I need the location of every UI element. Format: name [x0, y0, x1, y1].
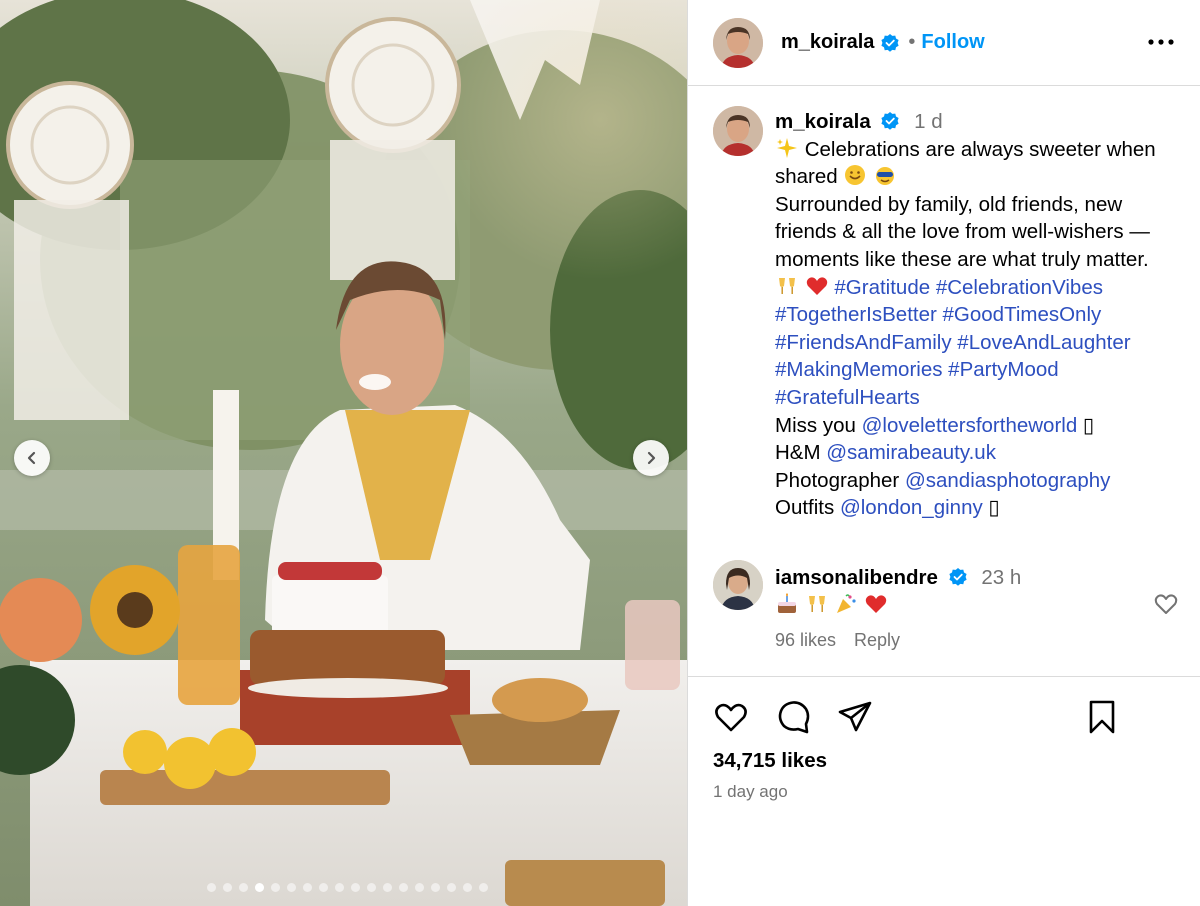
caption-line-1: Celebrations are always sweeter when [804, 137, 1156, 161]
chevron-right-icon [647, 451, 656, 465]
commenter-avatar[interactable] [713, 560, 763, 610]
post-photo [0, 0, 687, 906]
credit-handle-3[interactable]: @sandiasphotography [905, 469, 1110, 492]
clinking-glasses-icon [779, 277, 795, 294]
caption-line-2: shared [775, 165, 838, 189]
avatar-photo [713, 560, 763, 610]
carousel-dot [367, 883, 376, 892]
caption-avatar[interactable] [713, 106, 763, 156]
credit-label-2: H&M [775, 441, 827, 465]
credit-handle-2[interactable]: @samirabeauty.uk [826, 441, 996, 464]
comment-bubble-icon[interactable] [776, 699, 812, 735]
comment-item: iamsonalibendre 23 h 96 likes Reply [713, 560, 1183, 660]
carousel-dot [303, 883, 312, 892]
hashtags-line-1[interactable]: #Gratitude #CelebrationVibes [834, 276, 1103, 299]
carousel-prev-button[interactable] [14, 440, 50, 476]
more-horizontal-icon[interactable] [1146, 32, 1176, 52]
caption-text: m_koirala 1 d Celebrations are always sw… [775, 108, 1187, 522]
credit-suffix-4: ▯ [982, 496, 1000, 520]
hashtags-line-3[interactable]: #FriendsAndFamily #LoveAndLaughter [775, 329, 1187, 357]
carousel-indicator [207, 883, 488, 892]
caption-line-4: friends & all the love from well-wishers… [775, 220, 1150, 244]
verified-icon [881, 33, 899, 52]
like-heart-icon[interactable] [713, 699, 749, 735]
caption-line-5: moments like these are what truly matter… [775, 247, 1149, 271]
birthday-cake-icon [778, 593, 796, 613]
hashtags-line-2[interactable]: #TogetherIsBetter #GoodTimesOnly [775, 301, 1187, 329]
author-username[interactable]: m_koirala [781, 31, 874, 54]
post-header: m_koirala • Follow [688, 0, 1200, 86]
avatar-photo [713, 18, 763, 68]
carousel-dot [335, 883, 344, 892]
party-popper-icon [837, 594, 857, 613]
share-paper-plane-icon[interactable] [837, 699, 873, 735]
carousel-dot [319, 883, 328, 892]
carousel-dot [239, 883, 248, 892]
comment-text: iamsonalibendre 23 h [775, 564, 1021, 620]
credit-label-4: Outfits [775, 496, 840, 520]
carousel-dot [255, 883, 264, 892]
verified-icon [881, 112, 900, 130]
carousel-dot [351, 883, 360, 892]
credit-label-1: Miss you [775, 413, 862, 437]
credit-handle-4[interactable]: @london_ginny [840, 496, 983, 519]
post-media[interactable] [0, 0, 687, 906]
carousel-dot [223, 883, 232, 892]
carousel-dot [463, 883, 472, 892]
post-likes-count[interactable]: 34,715 likes [713, 749, 827, 773]
smiling-face-icon [845, 165, 866, 186]
comment-reply-button[interactable]: Reply [854, 630, 900, 651]
carousel-dot [383, 883, 392, 892]
verified-icon [949, 568, 967, 586]
header-separator: • [908, 31, 916, 53]
comment-time: 23 h [981, 566, 1022, 589]
carousel-dot [479, 883, 488, 892]
credit-suffix-1: ▯ [1077, 413, 1095, 437]
caption-username[interactable]: m_koirala [775, 110, 871, 133]
carousel-dot [287, 883, 296, 892]
carousel-dot [415, 883, 424, 892]
comment-like-heart-icon[interactable] [1153, 592, 1179, 616]
carousel-dot [447, 883, 456, 892]
carousel-dot [207, 883, 216, 892]
bookmark-icon[interactable] [1084, 699, 1120, 735]
caption-time: 1 d [914, 110, 943, 133]
red-heart-icon [865, 595, 887, 613]
comment-emojis [775, 592, 1021, 620]
comment-likes-count[interactable]: 96 likes [775, 630, 836, 651]
credit-handle-1[interactable]: @lovelettersfortheworld [862, 414, 1078, 437]
hashtags-line-5[interactable]: #GratefulHearts [775, 384, 1187, 412]
credit-label-3: Photographer [775, 468, 905, 492]
sparkles-icon [777, 137, 797, 158]
carousel-dot [399, 883, 408, 892]
follow-button[interactable]: Follow [921, 31, 984, 54]
post-actions: 34,715 likes 1 day ago [688, 676, 1200, 906]
avatar-photo [713, 106, 763, 156]
chevron-left-icon [27, 451, 36, 465]
post-timestamp: 1 day ago [713, 782, 788, 801]
post-panel: m_koirala • Follow m_koirala 1 d Celebra… [687, 0, 1200, 906]
hashtags-line-4[interactable]: #MakingMemories #PartyMood [775, 356, 1187, 384]
carousel-dot [431, 883, 440, 892]
party-face-icon [876, 167, 895, 186]
author-avatar[interactable] [713, 18, 763, 68]
carousel-dot [271, 883, 280, 892]
clinking-glasses-icon [808, 596, 825, 612]
carousel-next-button[interactable] [633, 440, 669, 476]
commenter-username[interactable]: iamsonalibendre [775, 566, 938, 589]
caption-line-3: Surrounded by family, old friends, new [775, 192, 1123, 216]
red-heart-icon [806, 276, 827, 295]
